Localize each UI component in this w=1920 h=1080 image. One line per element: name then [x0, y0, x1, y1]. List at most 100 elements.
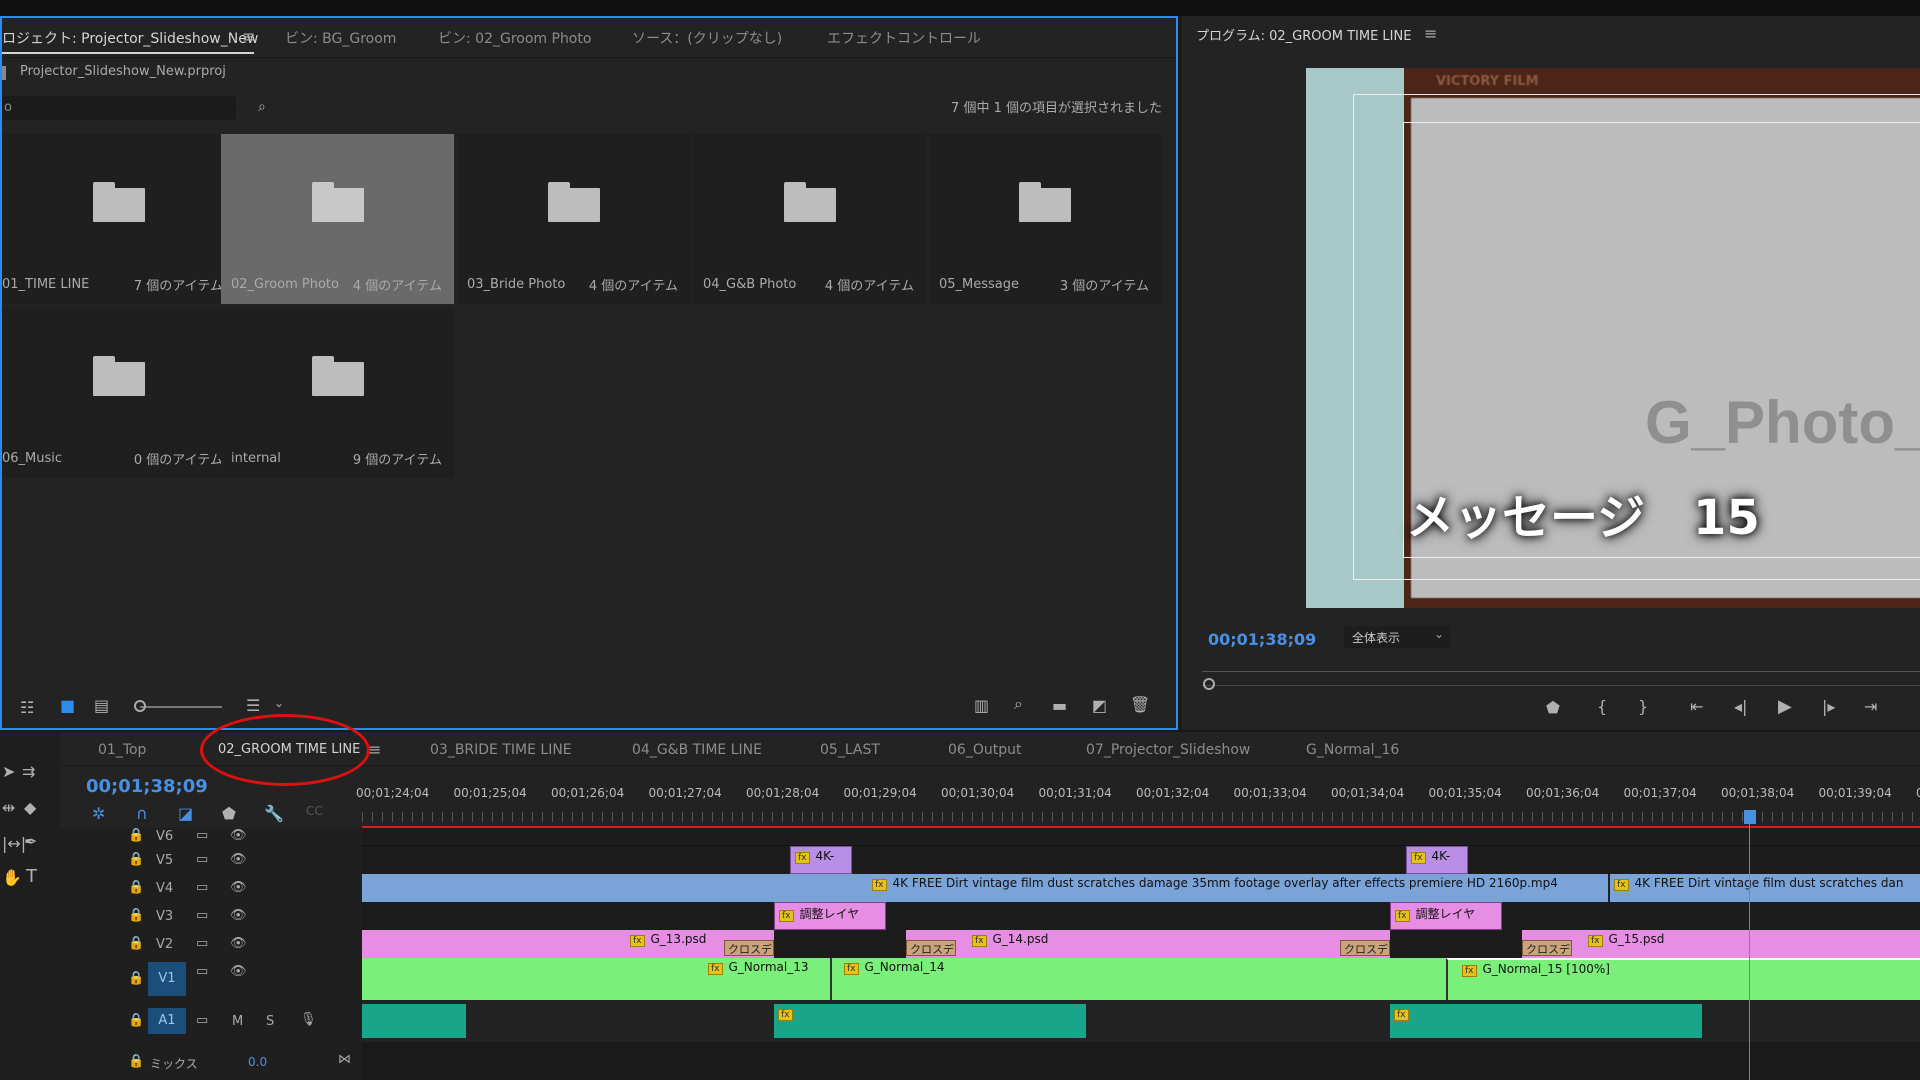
lock-icon[interactable]: 🔒	[128, 828, 144, 843]
lock-icon[interactable]: 🔒	[128, 1054, 144, 1069]
chevron-down-icon[interactable]: ⌄	[274, 696, 284, 710]
clip-psd[interactable]: fx G_13.psd	[362, 930, 774, 958]
clip-audio[interactable]: fx	[1390, 1004, 1702, 1038]
lock-icon[interactable]: 🔒	[128, 1013, 144, 1028]
tab-sequence[interactable]: 04_G&B TIME LINE	[632, 742, 762, 758]
clip-nested-sequence[interactable]: fx G_Normal_13	[362, 958, 830, 1000]
sync-lock-icon[interactable]: ▭	[196, 936, 208, 951]
sync-lock-icon[interactable]: ▭	[196, 852, 208, 867]
tab-bin-bg-groom[interactable]: ビン: BG_Groom	[285, 28, 396, 48]
source-patch-a1[interactable]: A1	[148, 1008, 186, 1034]
tab-bin-groom-photo[interactable]: ビン: 02_Groom Photo	[438, 28, 591, 48]
sync-lock-icon[interactable]: ▭	[196, 1013, 208, 1028]
captions-icon[interactable]: CC	[306, 804, 323, 818]
panel-menu-icon[interactable]: ≡	[368, 740, 381, 759]
zoom-slider[interactable]	[140, 706, 222, 708]
track-v3[interactable]: fx 調整レイヤ fx 調整レイヤ	[362, 902, 1920, 930]
track-v4[interactable]: fx 4K FREE Dirt vintage film dust scratch…	[362, 874, 1920, 902]
clip-v5[interactable]: fx 4K-	[790, 846, 852, 874]
tab-sequence[interactable]: 01_Top	[98, 742, 146, 758]
panel-menu-icon[interactable]: ≡	[1424, 24, 1437, 43]
slip-tool-icon[interactable]: |↔|	[2, 834, 26, 853]
selection-tool-icon[interactable]: ➤	[2, 762, 15, 781]
expand-icon[interactable]: ⋈	[338, 1052, 351, 1067]
playhead-handle[interactable]	[1744, 810, 1756, 824]
source-patch-v1[interactable]: V1	[148, 962, 186, 996]
trash-icon[interactable]: 🗑	[1130, 695, 1150, 714]
tab-sequence[interactable]: G_Normal_16	[1306, 742, 1399, 758]
track-select-icon[interactable]: ⇉	[22, 762, 35, 781]
snap-nest-icon[interactable]: ✲	[92, 804, 105, 823]
sync-lock-icon[interactable]: ▭	[196, 880, 208, 895]
sort-icon[interactable]: ☰	[246, 696, 260, 715]
bin-thumbnail[interactable]: 03_Bride Photo 4 個のアイテム	[457, 134, 690, 304]
search-input[interactable]: o	[2, 96, 236, 120]
pen-tool-icon[interactable]: ✒	[24, 832, 37, 851]
program-time-ruler[interactable]	[1202, 657, 1920, 690]
new-item-icon[interactable]: ◩	[1092, 696, 1107, 715]
clip-audio[interactable]: fx	[774, 1004, 1086, 1038]
new-search-bin-icon[interactable]: ⌕	[258, 99, 266, 115]
clip-nested-sequence[interactable]: fx G_Normal_14	[830, 958, 1446, 1000]
tab-sequence[interactable]: 06_Output	[948, 742, 1021, 758]
bin-thumbnail[interactable]: 05_Message 3 個のアイテム	[929, 134, 1161, 304]
track-a1[interactable]: fx fx	[362, 1004, 1920, 1038]
eye-icon[interactable]: 👁	[230, 828, 247, 843]
track-v1[interactable]: fx G_Normal_13 fx G_Normal_14 fx G_Normal_1…	[362, 958, 1920, 1000]
lock-icon[interactable]: 🔒	[128, 908, 144, 923]
razor-tool-icon[interactable]: ◆	[24, 798, 36, 817]
add-marker-icon[interactable]: ⬟	[1546, 698, 1560, 717]
mix-value[interactable]: 0.0	[248, 1055, 267, 1069]
cross-dissolve[interactable]: クロスデ	[1340, 940, 1390, 956]
linked-selection-icon[interactable]: ◪	[178, 804, 193, 823]
clip-audio[interactable]	[362, 1004, 466, 1038]
track-v2[interactable]: fx G_13.psd クロスデ fx G_14.psd クロスデ クロスデ fx G…	[362, 930, 1920, 958]
zoom-dropdown[interactable]: 全体表示 ⌄	[1344, 626, 1450, 648]
tab-sequence[interactable]: 03_BRIDE TIME LINE	[430, 742, 572, 758]
play-icon[interactable]: ▶	[1778, 696, 1792, 717]
clip-adjustment-layer[interactable]: fx 調整レイヤ	[774, 902, 886, 930]
eye-icon[interactable]: 👁	[230, 936, 247, 951]
cross-dissolve[interactable]: クロスデ	[1522, 940, 1572, 956]
video-preview[interactable]: VICTORY FILM G_Photo_ メッセージ 15	[1306, 68, 1920, 608]
sync-lock-icon[interactable]: ▭	[196, 964, 208, 979]
lock-icon[interactable]: 🔒	[128, 880, 144, 895]
cross-dissolve[interactable]: クロスデ	[906, 940, 956, 956]
playhead-handle[interactable]	[1203, 678, 1215, 690]
bin-thumbnail-selected[interactable]: 02_Groom Photo 4 個のアイテム	[221, 134, 454, 304]
clip-nested-sequence-selected[interactable]: fx G_Normal_15 [100%]	[1446, 958, 1920, 1000]
eye-icon[interactable]: 👁	[230, 964, 247, 979]
hand-tool-icon[interactable]: ✋	[2, 868, 22, 887]
icon-view-icon[interactable]: ■	[60, 696, 75, 715]
clip-v4[interactable]: fx 4K FREE Dirt vintage film dust scratch…	[1608, 874, 1920, 902]
mark-out-icon[interactable]: }	[1638, 697, 1648, 716]
bin-thumbnail[interactable]: internal 9 個のアイテム	[221, 308, 454, 478]
solo-button[interactable]: S	[266, 1014, 274, 1029]
program-timecode[interactable]: 00;01;38;09	[1208, 630, 1316, 649]
add-marker-icon[interactable]: ⬟	[222, 804, 236, 823]
microphone-icon[interactable]: 🎙	[300, 1012, 317, 1027]
go-to-in-icon[interactable]: ⇤	[1690, 697, 1703, 716]
mute-button[interactable]: M	[232, 1014, 243, 1029]
bin-thumbnail[interactable]: 01_TIME LINE 7 個のアイテム	[2, 134, 235, 304]
lock-icon[interactable]: 🔒	[128, 852, 144, 867]
step-back-icon[interactable]: ◂|	[1734, 697, 1747, 716]
clip-psd[interactable]: fx G_15.psd	[1522, 930, 1920, 958]
sync-lock-icon[interactable]: ▭	[196, 828, 208, 843]
tab-sequence[interactable]: 05_LAST	[820, 742, 880, 758]
step-forward-icon[interactable]: |▸	[1822, 697, 1835, 716]
clip-v5[interactable]: fx 4K-	[1406, 846, 1468, 874]
mark-in-icon[interactable]: {	[1597, 697, 1607, 716]
sync-lock-icon[interactable]: ▭	[196, 908, 208, 923]
cross-dissolve[interactable]: クロスデ	[724, 940, 774, 956]
automate-to-sequence-icon[interactable]: ▥	[974, 696, 989, 715]
freeform-view-icon[interactable]: ▤	[94, 696, 109, 715]
tab-effect-controls[interactable]: エフェクトコントロール	[827, 28, 981, 48]
clip-psd[interactable]: fx G_14.psd	[906, 930, 1390, 958]
snap-icon[interactable]: ∩	[136, 804, 148, 823]
eye-icon[interactable]: 👁	[230, 908, 247, 923]
time-ruler[interactable]: 00;01;24;04 00;01;25;04 00;01;26;04 00;01;2…	[356, 766, 1920, 828]
panel-menu-icon[interactable]: ≡	[242, 27, 255, 46]
lock-icon[interactable]: 🔒	[128, 936, 144, 951]
bin-thumbnail[interactable]: 06_Music 0 個のアイテム	[2, 308, 235, 478]
